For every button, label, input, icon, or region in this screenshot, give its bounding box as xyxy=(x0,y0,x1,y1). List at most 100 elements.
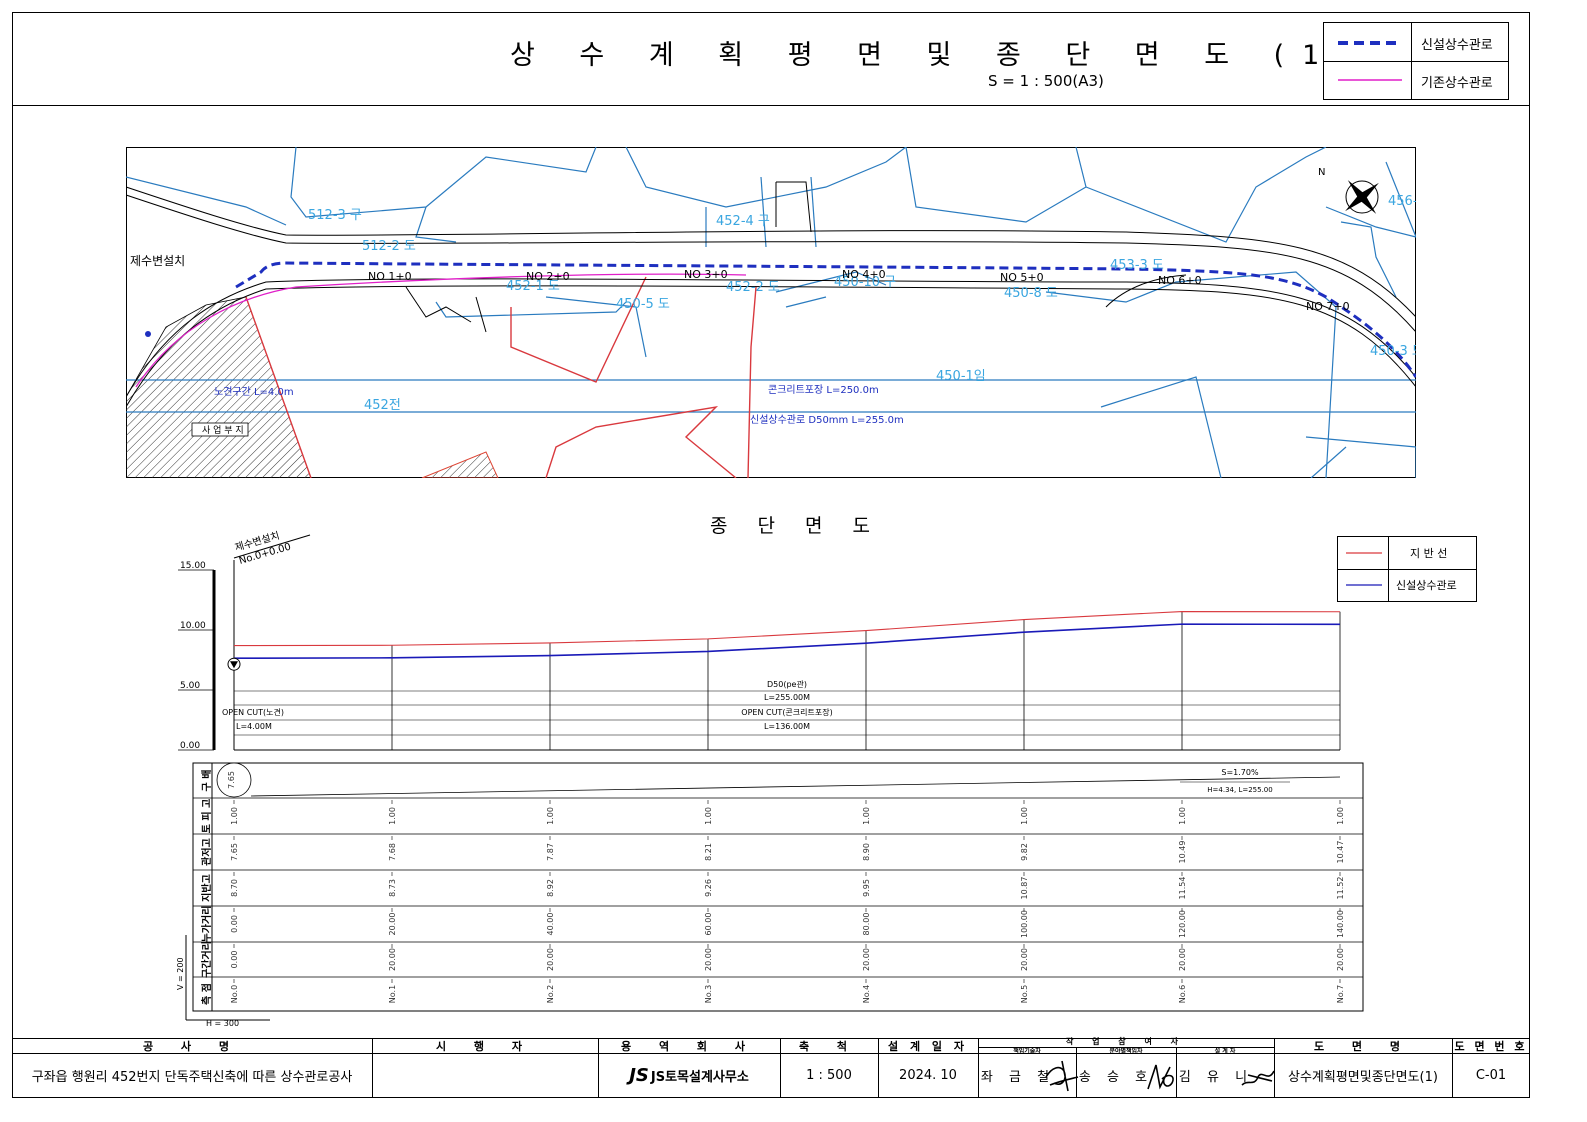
slope-line xyxy=(250,776,1341,797)
header-scale: 축 척 xyxy=(798,1040,860,1053)
table-row-header: 구간거리 xyxy=(200,941,213,978)
table-value: 8.90 xyxy=(862,843,871,861)
scale-label: S = 1 : 500(A3) xyxy=(988,72,1104,90)
note-length: L=255.00M xyxy=(764,693,810,702)
firm-name: JS토목설계사무소 xyxy=(650,1069,749,1085)
header-staff: 작 업 참 여 자 xyxy=(1066,1036,1186,1046)
parcel-label: 450-1임 xyxy=(936,369,986,384)
parcel-label: 452전 xyxy=(364,398,401,413)
table-value: 20.00 xyxy=(1020,948,1029,971)
table-value: 9.95 xyxy=(862,879,871,897)
table-value: 20.00 xyxy=(862,948,871,971)
pipe-annotation: 신설상수관로 D50mm L=255.0m xyxy=(750,414,904,426)
table-value: 1.00 xyxy=(546,807,555,825)
header-divider xyxy=(12,105,1530,106)
table-value: 9.26 xyxy=(704,879,713,897)
top-legend: 신설상수관로 기존상수관로 xyxy=(1323,22,1509,100)
drawing-number: C-01 xyxy=(1475,1067,1507,1083)
profile-chart: 제수변설치 No.0+0.00 15.0010.005.000.00D50(pe… xyxy=(176,530,1364,1028)
table-value: 8.73 xyxy=(388,879,397,897)
table-value: 140.00 xyxy=(1336,910,1345,938)
table-value: 9.82 xyxy=(1020,843,1029,861)
table-value: No.1 xyxy=(388,985,397,1003)
table-value: 1.00 xyxy=(1020,807,1029,825)
start-circle-value: 7.65 xyxy=(227,771,236,789)
ground-line xyxy=(233,610,1341,647)
parcel-label: 453-3 도 xyxy=(1110,258,1164,273)
table-value: No.2 xyxy=(546,985,555,1003)
note-cut-length: L=136.00M xyxy=(764,722,810,731)
table-value: 7.65 xyxy=(230,843,239,861)
station-label: NO 7+0 xyxy=(1306,300,1350,313)
table-value: 7.68 xyxy=(388,843,397,861)
pipe-line xyxy=(233,623,1341,659)
station-label: NO 5+0 xyxy=(1000,271,1044,284)
signature-1 xyxy=(1045,1060,1079,1092)
table-value: 8.21 xyxy=(704,843,713,861)
site-label: 사 업 부 지 xyxy=(202,425,244,436)
y-tick-label: 10.00 xyxy=(180,621,206,631)
parcel-label: 512-3 구 xyxy=(308,208,362,223)
table-value: 0.00 xyxy=(230,915,239,933)
table-value: 20.00 xyxy=(388,913,397,936)
client-name xyxy=(372,1053,598,1097)
table-row-header: 지반고 xyxy=(200,874,213,902)
header-firm: 용 역 회 사 xyxy=(621,1040,757,1053)
table-value: 80.00 xyxy=(862,913,871,936)
scale-v: V = 200 xyxy=(176,957,185,990)
table-value: 20.00 xyxy=(388,948,397,971)
table-value: No.5 xyxy=(1020,985,1029,1003)
table-row-header: 관저고 xyxy=(200,838,213,866)
parcel-label: 450-5 도 xyxy=(616,297,670,312)
firm-name-cell: JS JS토목설계사무소 xyxy=(598,1053,780,1097)
table-value: No.6 xyxy=(1178,985,1187,1003)
table-value: 20.00 xyxy=(704,948,713,971)
header-drawing: 도 면 명 xyxy=(1313,1040,1413,1053)
parcel-label: 452-2 도 xyxy=(726,280,780,295)
table-value: 1.00 xyxy=(1178,807,1187,825)
table-value: 0.00 xyxy=(230,951,239,969)
firm-logo: JS xyxy=(629,1064,649,1086)
signature-3 xyxy=(1241,1070,1275,1086)
table-value: 1.00 xyxy=(704,807,713,825)
note-pipe: D50(pe관) xyxy=(767,679,807,689)
valve-marker xyxy=(145,331,151,337)
header-number: 도 면 번 호 xyxy=(1454,1040,1528,1053)
title-block: 공 사 명 시 행 자 용 역 회 사 축 척 설 계 일 자 작 업 참 여 … xyxy=(12,1036,1530,1097)
legend-new-pipe-label: 신설상수관로 xyxy=(1421,38,1493,53)
table-value: 8.92 xyxy=(546,879,555,897)
table-row-header: 측 점 xyxy=(200,983,213,1005)
table-value: 11.52 xyxy=(1336,877,1345,900)
header-project: 공 사 명 xyxy=(142,1040,242,1053)
header-client: 시 행 자 xyxy=(435,1040,535,1053)
header-date: 설 계 일 자 xyxy=(888,1040,968,1053)
date-value: 2024. 10 xyxy=(899,1067,957,1083)
parcel-label: 456-4 도 xyxy=(1388,194,1416,209)
legend-existing-pipe-label: 기존상수관로 xyxy=(1421,76,1493,91)
drawing-name: 상수계획평면및종단면도(1) xyxy=(1288,1069,1438,1085)
signature-2 xyxy=(1147,1064,1174,1090)
new-pipe-legend-line xyxy=(1338,41,1402,45)
y-tick-label: 15.00 xyxy=(180,561,206,571)
table-value: 1.00 xyxy=(1336,807,1345,825)
slope-detail: H=4.34, L=255.00 xyxy=(1207,786,1272,794)
note-open-cut: OPEN CUT(콘크리트포장) xyxy=(741,707,832,717)
slope-text: S=1.70% xyxy=(1221,768,1259,777)
legend-ground-label: 지 반 선 xyxy=(1410,547,1448,560)
table-value: 100.00 xyxy=(1020,910,1029,938)
y-tick-label: 0.00 xyxy=(180,741,200,751)
note-shoulder-length: L=4.00M xyxy=(236,722,272,731)
parcel-label: 450-3 도 xyxy=(1370,344,1416,359)
table-value: 20.00 xyxy=(1178,948,1187,971)
station-label: NO 1+0 xyxy=(368,270,412,283)
table-value: 10.47 xyxy=(1336,841,1345,864)
table-value: 10.87 xyxy=(1020,877,1029,900)
shoulder-annotation: 노견구간 L=4.0m xyxy=(214,386,294,398)
table-value: 40.00 xyxy=(546,913,555,936)
table-value: 1.00 xyxy=(862,807,871,825)
station-label: NO 2+0 xyxy=(526,270,570,283)
svg-text:N: N xyxy=(1318,167,1325,178)
valve-label: 제수변설치 xyxy=(130,254,185,268)
table-value: 120.00 xyxy=(1178,910,1187,938)
table-row-header: 구 배 xyxy=(200,770,213,792)
